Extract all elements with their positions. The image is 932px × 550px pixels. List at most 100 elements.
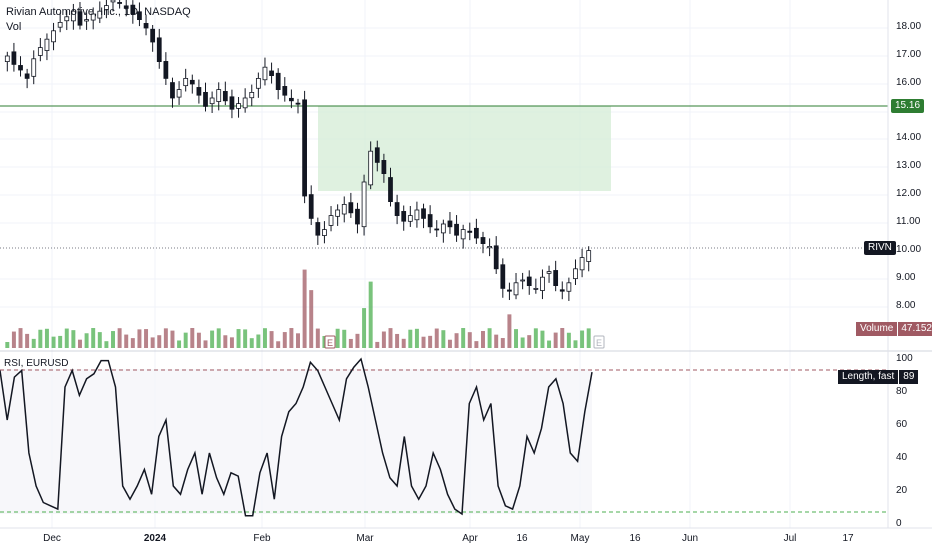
volume-bar — [91, 328, 96, 348]
volume-bar — [25, 333, 30, 348]
volume-indicator-label: Vol — [6, 21, 22, 33]
volume-bar — [163, 328, 168, 348]
candle-body — [388, 177, 393, 203]
candle-body — [546, 271, 552, 274]
volume-bar — [58, 335, 63, 348]
candle-body — [44, 38, 50, 51]
volume-bar — [210, 330, 215, 348]
candle-body — [473, 227, 479, 239]
candle-body — [295, 102, 301, 105]
volume-bar — [223, 335, 228, 348]
candle-body — [156, 37, 162, 62]
volume-bar — [216, 328, 221, 348]
candle-body — [57, 21, 63, 28]
volume-bar — [302, 269, 307, 348]
rsi-tick: 60 — [896, 419, 908, 430]
candle-body — [500, 264, 506, 289]
candle-body — [434, 228, 440, 231]
rsi-length-label: Length, fast — [838, 370, 899, 384]
candle-body — [520, 279, 526, 282]
earnings-marker-1: E — [324, 335, 336, 349]
rsi-indicator-label[interactable]: RSI, EURUSD — [4, 358, 68, 369]
candle-body — [110, 0, 116, 3]
volume-bar — [190, 328, 195, 348]
candle-body — [559, 289, 565, 292]
volume-bar — [454, 333, 459, 348]
candle-body — [467, 230, 473, 233]
volume-bar — [144, 329, 149, 348]
volume-bar — [97, 332, 102, 348]
ticker-tag: RIVN — [864, 241, 896, 255]
volume-tag-label: Volume — [856, 322, 898, 336]
candle-body — [143, 23, 149, 29]
candle-body — [222, 91, 228, 102]
time-label: Jun — [681, 533, 699, 544]
candle-body — [189, 79, 195, 85]
candle-body — [401, 211, 407, 222]
candle-body — [4, 55, 10, 62]
rsi-length-value: 89 — [898, 370, 919, 384]
candle-body — [427, 214, 433, 228]
volume-bar — [494, 334, 499, 348]
volume-bar — [481, 330, 485, 348]
earnings-marker-2: E — [593, 335, 605, 349]
candle-body — [540, 276, 545, 291]
price-tick: 13.00 — [896, 160, 922, 171]
candle-body — [117, 2, 123, 4]
candle-body — [242, 97, 248, 109]
volume-bar — [474, 341, 479, 348]
time-label: Mar — [356, 533, 374, 544]
resistance-price-tag: 15.16 — [891, 99, 925, 113]
volume-bar — [428, 335, 433, 348]
candle-body — [480, 237, 486, 245]
volume-bar — [117, 328, 122, 348]
volume-bar — [580, 330, 585, 348]
candle-body — [579, 257, 585, 271]
rsi-tick: 100 — [896, 353, 913, 364]
candle-body — [289, 97, 294, 102]
volume-bar — [262, 328, 267, 348]
demand-zone — [318, 106, 611, 191]
candle-body — [440, 223, 446, 234]
volume-bar — [104, 341, 109, 348]
volume-bar — [527, 335, 532, 348]
volume-bar — [566, 332, 571, 348]
volume-bar — [177, 340, 182, 348]
candle-body — [150, 28, 156, 43]
candle-body — [487, 245, 492, 249]
candle-body — [18, 65, 23, 71]
volume-bar — [467, 332, 472, 348]
time-label: 17 — [842, 533, 854, 544]
candle-body — [275, 72, 281, 91]
volume-tag: Volume 47.152M — [856, 322, 932, 336]
candle-body — [170, 82, 175, 99]
volume-bar — [229, 337, 234, 348]
candle-body — [249, 92, 255, 99]
rsi-tick: 80 — [896, 386, 908, 397]
candle-body — [328, 215, 334, 226]
candle-body — [229, 96, 235, 110]
chart-stage[interactable]: E E Rivian Automotive, Inc., 1D, NASDAQ … — [0, 0, 932, 550]
volume-bar — [401, 338, 406, 348]
candle-body — [526, 276, 532, 286]
volume-bar — [520, 337, 525, 348]
earnings-marker-label: E — [327, 338, 333, 348]
candle-body — [533, 287, 539, 290]
volume-bar — [157, 335, 162, 348]
rsi-length-tag[interactable]: Length, fast 89 — [838, 370, 919, 384]
volume-bar — [315, 328, 320, 348]
volume-bar — [11, 331, 16, 348]
price-tick: 10.00 — [896, 244, 922, 255]
volume-bar — [348, 338, 353, 348]
candle-body — [216, 89, 222, 102]
candle-body — [51, 30, 56, 43]
candle-body — [348, 202, 354, 214]
volume-bar — [130, 338, 135, 348]
price-chart[interactable]: E E — [0, 0, 932, 550]
candle-body — [183, 78, 189, 87]
price-tick: 12.00 — [896, 188, 922, 199]
volume-bar — [414, 328, 419, 348]
time-label: 2024 — [143, 533, 167, 544]
candle-body — [361, 181, 367, 228]
price-tick: 8.00 — [896, 300, 916, 311]
